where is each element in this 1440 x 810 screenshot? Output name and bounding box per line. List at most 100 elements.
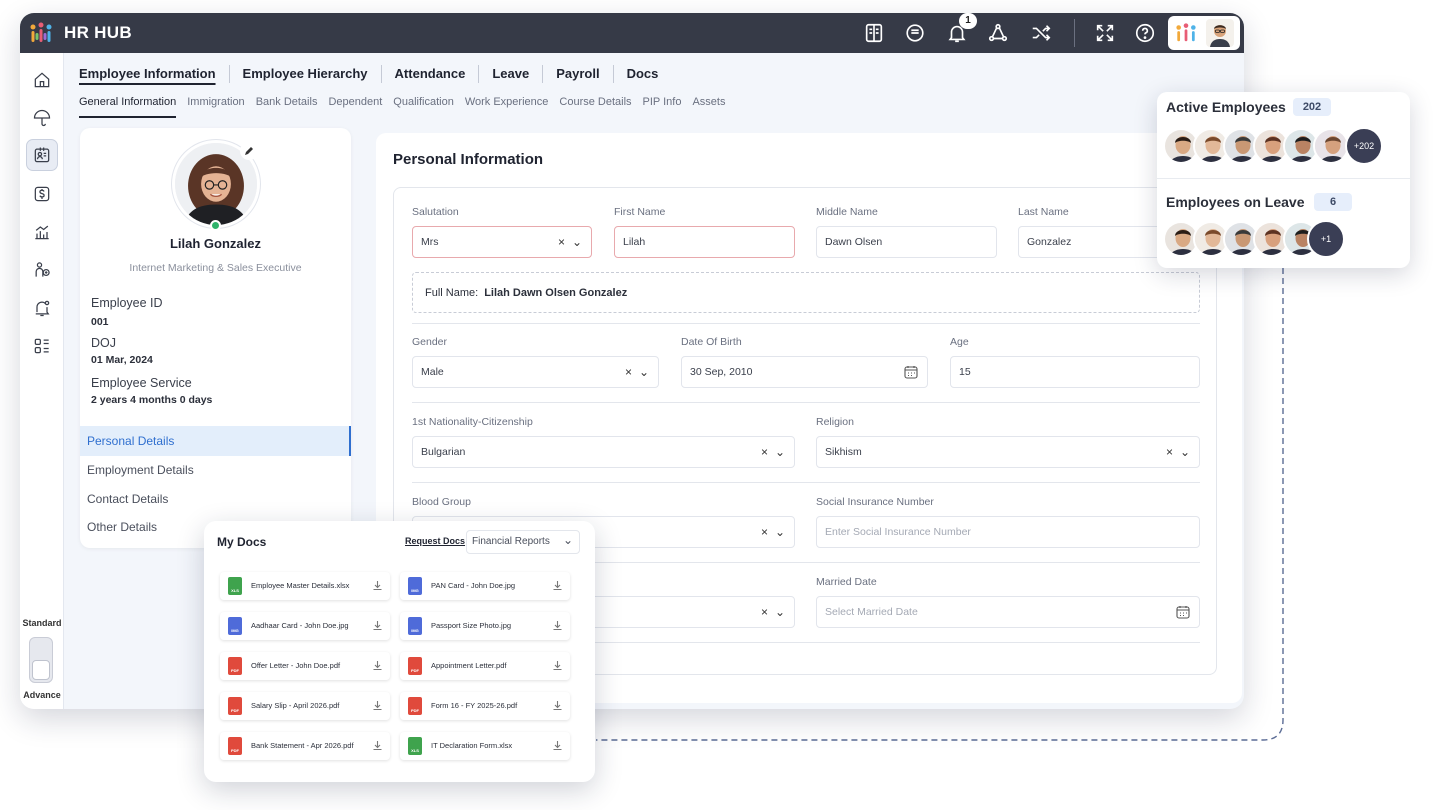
download-icon[interactable]	[552, 580, 563, 591]
chat-icon[interactable]	[904, 22, 926, 44]
tab-payroll[interactable]: Payroll	[543, 65, 614, 83]
shuffle-icon[interactable]	[1030, 22, 1052, 44]
subtab-course-details[interactable]: Course Details	[559, 96, 631, 118]
download-icon[interactable]	[552, 660, 563, 671]
alert-bell-icon[interactable]	[26, 292, 58, 324]
doc-item[interactable]: IMG PAN Card - John Doe.jpg	[400, 572, 570, 600]
doc-item[interactable]: PDF Form 16 - FY 2025-26.pdf	[400, 692, 570, 720]
mode-toggle[interactable]	[29, 637, 53, 683]
subtab-immigration[interactable]: Immigration	[187, 96, 244, 118]
doc-item[interactable]: PDF Salary Slip - April 2026.pdf	[220, 692, 390, 720]
chevron-down-icon[interactable]: ⌄	[775, 437, 785, 467]
employee-id-card-icon[interactable]	[26, 139, 58, 171]
doc-item[interactable]: PDF Bank Statement - Apr 2026.pdf	[220, 732, 390, 760]
tab-employee-information[interactable]: Employee Information	[79, 65, 230, 83]
married-date-placeholder: Select Married Date	[825, 606, 918, 618]
file-type: PDF	[411, 708, 419, 713]
apps-grid-icon[interactable]	[26, 330, 58, 362]
my-docs-title: My Docs	[217, 535, 267, 549]
download-icon[interactable]	[552, 700, 563, 711]
doc-item[interactable]: XLS Employee Master Details.xlsx	[220, 572, 390, 600]
subtab-general-information[interactable]: General Information	[79, 96, 177, 118]
middle-name-input[interactable]: Dawn Olsen	[816, 226, 997, 258]
divider	[412, 323, 1200, 324]
add-person-icon[interactable]	[26, 254, 58, 286]
doc-item[interactable]: IMG Aadhaar Card - John Doe.jpg	[220, 612, 390, 640]
analytics-icon[interactable]	[26, 216, 58, 248]
file-icon: IMG	[228, 617, 242, 635]
on-leave-more[interactable]: +1	[1307, 220, 1345, 258]
doc-item[interactable]: IMG Passport Size Photo.jpg	[400, 612, 570, 640]
doc-item[interactable]: PDF Offer Letter - John Doe.pdf	[220, 652, 390, 680]
fullscreen-icon[interactable]	[1094, 22, 1116, 44]
clear-icon[interactable]: ×	[761, 437, 768, 467]
file-icon: PDF	[228, 697, 242, 715]
download-icon[interactable]	[372, 700, 383, 711]
download-icon[interactable]	[552, 740, 563, 751]
download-icon[interactable]	[552, 620, 563, 631]
tab-docs[interactable]: Docs	[614, 65, 672, 83]
umbrella-icon[interactable]	[26, 102, 58, 134]
download-icon[interactable]	[372, 740, 383, 751]
employee-stats-card: Active Employees 202 +202 Employees on L…	[1157, 92, 1410, 268]
clear-icon[interactable]: ×	[761, 517, 768, 547]
user-profile-menu[interactable]	[1168, 16, 1240, 50]
tab-leave[interactable]: Leave	[479, 65, 544, 83]
subtab-qualification[interactable]: Qualification	[393, 96, 454, 118]
employee-avatar[interactable]	[1313, 128, 1349, 164]
subtab-work-experience[interactable]: Work Experience	[465, 96, 549, 118]
age-input[interactable]: 15	[950, 356, 1200, 388]
network-icon[interactable]	[987, 22, 1009, 44]
download-icon[interactable]	[372, 580, 383, 591]
chevron-down-icon[interactable]: ⌄	[572, 227, 582, 257]
religion-select[interactable]: Sikhism × ⌄	[816, 436, 1200, 468]
subtab-assets[interactable]: Assets	[692, 96, 725, 118]
active-employees-more[interactable]: +202	[1345, 127, 1383, 165]
subtab-bank-details[interactable]: Bank Details	[256, 96, 318, 118]
nationality-select[interactable]: Bulgarian × ⌄	[412, 436, 795, 468]
help-icon[interactable]	[1134, 22, 1156, 44]
menu-contact-details[interactable]: Contact Details	[80, 484, 351, 514]
nationality-label: 1st Nationality-Citizenship	[412, 416, 533, 428]
request-docs-link[interactable]: Request Docs	[405, 536, 465, 546]
chevron-down-icon[interactable]: ⌄	[1180, 437, 1190, 467]
home-icon[interactable]	[26, 64, 58, 96]
married-date-input[interactable]: Select Married Date	[816, 596, 1200, 628]
subtab-pip-info[interactable]: PIP Info	[643, 96, 682, 118]
doc-item[interactable]: XLS IT Declaration Form.xlsx	[400, 732, 570, 760]
calendar-icon[interactable]	[904, 365, 918, 379]
salutation-select[interactable]: Mrs × ⌄	[412, 226, 592, 258]
file-name: Offer Letter - John Doe.pdf	[251, 661, 341, 670]
download-icon[interactable]	[372, 620, 383, 631]
doj-label: DOJ	[91, 336, 116, 350]
topbar-separator	[1074, 19, 1075, 47]
clear-icon[interactable]: ×	[761, 597, 768, 627]
sin-input[interactable]: Enter Social Insurance Number	[816, 516, 1200, 548]
tab-employee-hierarchy[interactable]: Employee Hierarchy	[230, 65, 382, 83]
menu-personal-details[interactable]: Personal Details	[80, 426, 351, 456]
download-icon[interactable]	[372, 660, 383, 671]
edit-pencil-icon[interactable]	[240, 142, 258, 160]
subtab-dependent[interactable]: Dependent	[328, 96, 382, 118]
full-name-value: Lilah Dawn Olsen Gonzalez	[484, 287, 628, 299]
doc-category-select[interactable]: Financial Reports ⌄	[466, 530, 580, 554]
sin-label: Social Insurance Number	[816, 496, 934, 508]
menu-employment-details[interactable]: Employment Details	[80, 455, 351, 485]
directory-icon[interactable]	[863, 22, 885, 44]
chevron-down-icon[interactable]: ⌄	[775, 517, 785, 547]
top-bar: HR HUB 1	[20, 13, 1244, 53]
file-type: PDF	[231, 708, 239, 713]
clear-icon[interactable]: ×	[1166, 437, 1173, 467]
file-icon: PDF	[228, 657, 242, 675]
tab-attendance[interactable]: Attendance	[382, 65, 480, 83]
dob-input[interactable]: 30 Sep, 2010	[681, 356, 928, 388]
chevron-down-icon[interactable]: ⌄	[775, 597, 785, 627]
chevron-down-icon[interactable]: ⌄	[639, 357, 649, 387]
first-name-input[interactable]: Lilah	[614, 226, 795, 258]
calendar-icon[interactable]	[1176, 605, 1190, 619]
clear-icon[interactable]: ×	[625, 357, 632, 387]
clear-icon[interactable]: ×	[558, 227, 565, 257]
doc-item[interactable]: PDF Appointment Letter.pdf	[400, 652, 570, 680]
payroll-dollar-icon[interactable]	[26, 178, 58, 210]
gender-select[interactable]: Male × ⌄	[412, 356, 659, 388]
